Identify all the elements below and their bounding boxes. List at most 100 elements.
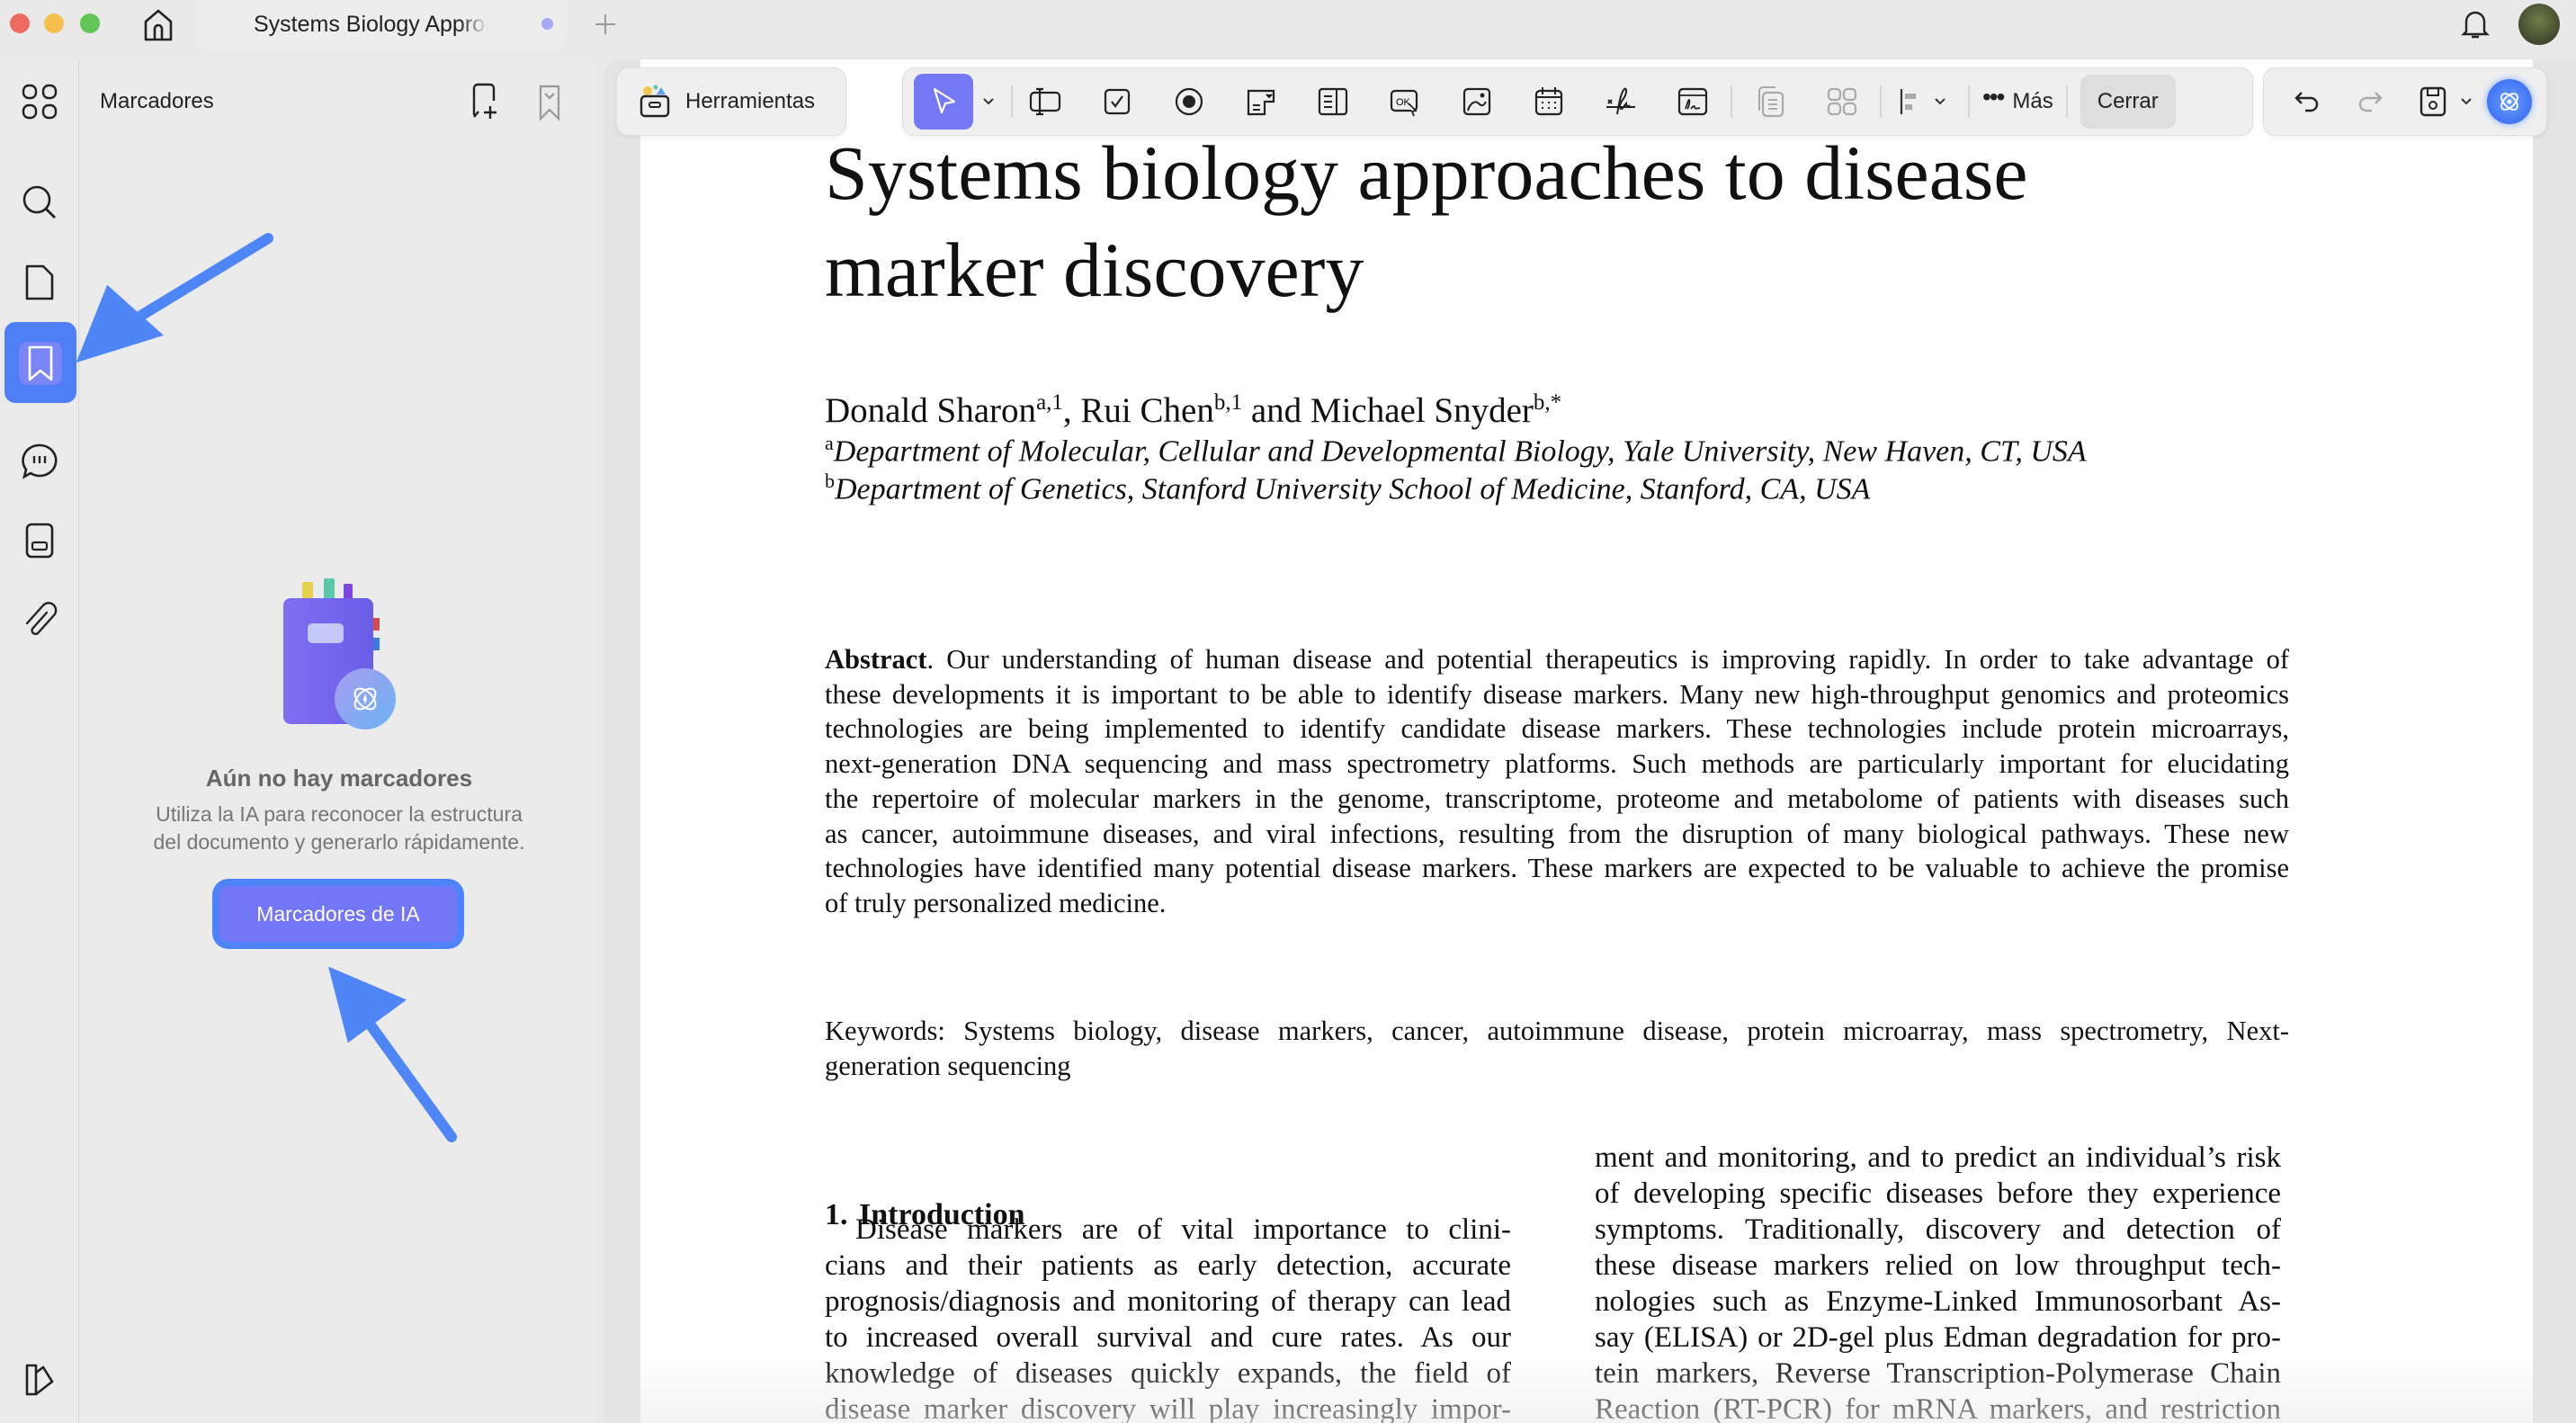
pdf-page: Systems biology approaches to disease ma… (640, 59, 2533, 1423)
text-line: Keywords: Systems biology, disease marke… (825, 1016, 2289, 1046)
authors: Donald Sharona,1, Rui Chenb,1 and Michae… (825, 390, 1562, 430)
home-icon[interactable] (140, 7, 176, 43)
document-viewer: Systems biology approaches to disease ma… (604, 59, 2576, 1423)
combo-box-tool-button[interactable] (1236, 76, 1286, 127)
affiliation-a: aDepartment of Molecular, Cellular and D… (825, 432, 2087, 469)
text-field-tool-button[interactable] (1020, 76, 1070, 127)
ai-assistant-icon (2500, 93, 2518, 111)
chevron-down-icon[interactable] (2458, 94, 2474, 110)
ai-bookmarks-button-label: Marcadores de IA (219, 886, 457, 942)
notification-bell-icon[interactable] (2457, 5, 2493, 41)
text-line: Disease markers are of vital importance … (855, 1213, 1511, 1246)
text-line: technologies are being implemented to id… (825, 713, 2289, 745)
digital-signature-tool-button[interactable] (1668, 76, 1718, 127)
ok-button-icon: OK (1390, 89, 1418, 117)
expand-bookmarks-icon[interactable] (533, 83, 566, 122)
thumbnails-grid-icon[interactable] (20, 82, 59, 121)
close-editing-button[interactable]: Cerrar (2080, 75, 2176, 129)
tools-button[interactable]: Herramientas (616, 67, 846, 136)
text-line: nologies such as Enzyme-Linked Immunosor… (1595, 1285, 2281, 1318)
text-line: say (ELISA) or 2D-gel plus Edman degrada… (1595, 1321, 2281, 1354)
digital-signature-icon (1677, 87, 1708, 116)
title-bar: Systems Biology Approaches to Disease Ma… (0, 0, 2576, 59)
text-line: of truly personalized medicine. (825, 887, 1167, 918)
ai-bookmarks-button[interactable]: Marcadores de IA (212, 879, 464, 949)
empty-bookmarks-illustration (281, 578, 479, 731)
bookmarks-panel: Marcadores Aún no hay marcadores Utiliza… (80, 59, 598, 1423)
text-line: generation sequencing (825, 1050, 1071, 1081)
close-window-button[interactable] (10, 13, 30, 33)
chevron-down-icon[interactable] (1932, 94, 1948, 110)
more-button[interactable]: ••• Más (1982, 83, 2053, 114)
redo-icon (2358, 92, 2383, 112)
maximize-window-button[interactable] (80, 13, 100, 33)
signature-tool-button[interactable] (1596, 76, 1646, 127)
select-tool-button[interactable] (914, 74, 973, 130)
text-line: these disease markers relied on low thro… (1595, 1249, 2281, 1282)
save-icon (2419, 86, 2446, 117)
checkbox-icon (1104, 88, 1131, 115)
ai-assistant-button[interactable] (2487, 79, 2532, 124)
calendar-icon (1534, 87, 1563, 116)
list-box-icon (1318, 87, 1348, 116)
unsaved-dot-icon (541, 18, 553, 30)
document-tab[interactable]: Systems Biology Approaches to Disease Ma… (196, 0, 567, 50)
undo-button[interactable] (2282, 76, 2332, 127)
save-button[interactable] (2408, 76, 2474, 127)
image-icon (1462, 87, 1491, 116)
sidebar-rail (0, 59, 79, 1423)
form-document-icon[interactable] (20, 521, 59, 560)
text-line: prognosis/diagnosis and monitoring of th… (825, 1285, 1511, 1318)
more-label: Más (2012, 89, 2053, 113)
text-line: of developing specific diseases before t… (1595, 1177, 2281, 1210)
tab-title: Systems Biology Approaches to Disease Ma… (254, 12, 487, 37)
text-line: to increased overall survival and cure r… (825, 1321, 1511, 1354)
minimize-window-button[interactable] (44, 13, 64, 33)
new-tab-plus-icon[interactable] (592, 11, 619, 38)
grid-layout-button[interactable] (1817, 76, 1867, 127)
image-field-tool-button[interactable] (1452, 76, 1502, 127)
combo-box-icon (1247, 89, 1275, 116)
align-button[interactable] (1894, 76, 1930, 127)
chevron-down-icon[interactable] (980, 94, 997, 110)
button-tool-button[interactable]: OK (1380, 76, 1430, 127)
empty-state-description-line-2: del documento y generarlo rápidamente. (153, 830, 525, 854)
undo-icon (2294, 92, 2319, 112)
copy-pages-icon (1758, 86, 1784, 118)
empty-state-description-line-1: Utiliza la IA para reconocer la estructu… (156, 802, 523, 826)
toolbox-icon (640, 85, 670, 118)
list-box-tool-button[interactable] (1308, 76, 1358, 127)
panel-title: Marcadores (100, 89, 214, 113)
comments-icon[interactable] (20, 442, 59, 481)
paper-title: Systems biology approaches to disease ma… (825, 130, 2028, 313)
text-field-icon (1029, 87, 1061, 116)
cursor-arrow-icon (933, 87, 956, 114)
redo-button[interactable] (2345, 76, 2395, 127)
radio-button-icon (1175, 87, 1203, 116)
date-field-tool-button[interactable] (1524, 76, 1574, 127)
empty-state-title: Aún no hay marcadores (205, 765, 473, 792)
text-line: technologies have identified many potent… (825, 853, 2289, 884)
text-line: these developments it is important to be… (825, 678, 2289, 710)
bookmark-icon (28, 345, 53, 381)
tools-label: Herramientas (685, 89, 816, 113)
text-line: ment and monitoring, and to predict an i… (1595, 1141, 2281, 1174)
abstract-label: Abstract (825, 644, 927, 675)
radio-button-tool-button[interactable] (1164, 76, 1214, 127)
pages-icon[interactable] (20, 263, 59, 302)
bookmarks-rail-button[interactable] (4, 322, 76, 403)
add-bookmark-icon[interactable] (469, 83, 505, 122)
duplicate-field-button[interactable] (1745, 76, 1795, 127)
checkbox-tool-button[interactable] (1092, 76, 1142, 127)
attachment-paperclip-icon[interactable] (20, 600, 59, 640)
edit-toolbar: OK ••• Más Cerrar (902, 67, 2253, 136)
sidebar-toggle-icon[interactable] (20, 1360, 59, 1400)
text-line: Abstract. Our understanding of human dis… (825, 644, 2289, 675)
grid-icon (1827, 87, 1857, 116)
user-avatar[interactable] (2518, 4, 2560, 45)
ellipsis-icon: ••• (1982, 83, 2005, 111)
text-line: as cancer, autoimmune diseases, and vira… (825, 818, 2289, 849)
text-line: cians and their patients as early detect… (825, 1249, 1511, 1282)
search-icon[interactable] (20, 183, 59, 222)
text-line: next-generation DNA sequencing and mass … (825, 748, 2289, 780)
